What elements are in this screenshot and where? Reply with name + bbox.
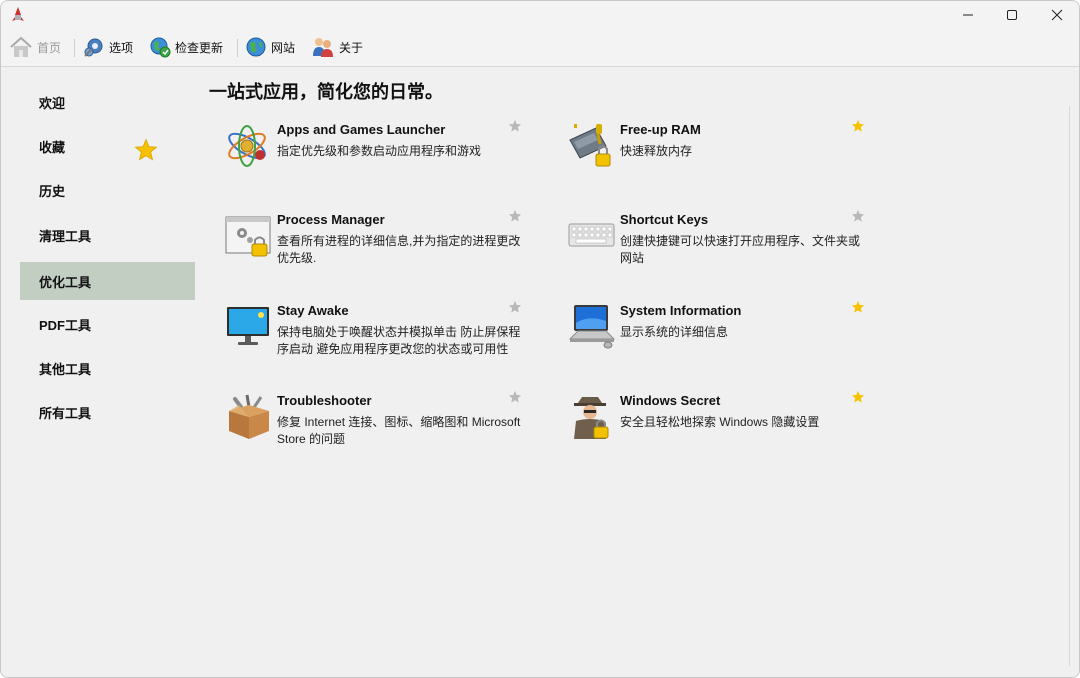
sidebar-item-label: 所有工具 (39, 405, 92, 421)
tool-description: 保持电脑处于唤醒状态并模拟单击 防止屏保程序启动 避免应用程序更改您的状态或可用… (277, 325, 521, 356)
favorite-star-icon[interactable] (508, 209, 522, 223)
minimize-icon (963, 14, 973, 16)
tool-description: 快速释放内存 (620, 144, 693, 158)
sidebar: 欢迎 收藏 历史 清理工具 优化工具 PDF工具 其他工具 所有工具 (1, 67, 201, 677)
options-button[interactable]: 选项 (83, 34, 133, 60)
favorite-star-icon[interactable] (851, 390, 865, 404)
tool-title: Stay Awake (277, 303, 349, 318)
tool-description: 创建快捷键可以快速打开应用程序、文件夹或网站 (620, 234, 861, 265)
sidebar-item-history[interactable]: 历史 (20, 171, 195, 209)
about-label: 关于 (339, 40, 364, 55)
tool-tile[interactable]: Apps and Games Launcher 指定优先级和参数启动应用程序和游… (225, 119, 525, 192)
home-icon (10, 36, 32, 57)
computer-icon (568, 305, 616, 349)
sidebar-item-label: PDF工具 (39, 317, 92, 333)
tool-title: Windows Secret (620, 393, 721, 408)
tool-description: 安全且轻松地探索 Windows 隐藏设置 (620, 415, 820, 429)
maximize-icon (1007, 10, 1017, 20)
maximize-button[interactable] (989, 1, 1035, 29)
content-scroll-edge (1069, 106, 1070, 666)
check-update-button[interactable]: 检查更新 (149, 34, 223, 60)
favorite-star-icon[interactable] (851, 119, 865, 133)
sidebar-item-label: 其他工具 (39, 361, 92, 377)
toolbox-icon (229, 394, 269, 439)
website-label: 网站 (271, 40, 296, 55)
tool-description: 修复 Internet 连接、图标、缩略图和 Microsoft Store 的… (277, 415, 521, 446)
favorite-star-icon[interactable] (508, 300, 522, 314)
tool-title: Troubleshooter (277, 393, 372, 408)
tool-tile[interactable]: Troubleshooter 修复 Internet 连接、图标、缩略图和 Mi… (225, 390, 525, 463)
globe-update-icon (150, 37, 171, 58)
tool-title: Shortcut Keys (620, 212, 709, 227)
about-button[interactable]: 关于 (311, 34, 363, 60)
tool-tile[interactable]: Free-up RAM 快速释放内存 (568, 119, 868, 192)
favorite-star-icon[interactable] (851, 209, 865, 223)
tool-title: Process Manager (277, 212, 385, 227)
tool-title: Free-up RAM (620, 122, 701, 137)
toolbar: 首页 选项 检查更新 网站 关于 (1, 29, 1079, 67)
tool-tile[interactable]: System Information 显示系统的详细信息 (568, 300, 868, 373)
page-title: 一站式应用，简化您的日常。 (209, 82, 443, 102)
detective-icon (574, 397, 609, 439)
tool-tile[interactable]: Shortcut Keys 创建快捷键可以快速打开应用程序、文件夹或网站 (568, 209, 868, 282)
toolbar-separator (74, 39, 75, 57)
app-window: 首页 选项 检查更新 网站 关于 欢迎 收藏 历史 清理工具 优化工具 PDF工… (0, 0, 1080, 678)
favorite-star-icon[interactable] (851, 300, 865, 314)
tool-description: 指定优先级和参数启动应用程序和游戏 (277, 144, 482, 158)
sidebar-item-optimize-tools[interactable]: 优化工具 (20, 262, 195, 300)
minimize-button[interactable] (945, 1, 991, 29)
sidebar-item-all-tools[interactable]: 所有工具 (20, 393, 195, 431)
sidebar-item-cleanup-tools[interactable]: 清理工具 (20, 216, 195, 254)
globe-icon (246, 37, 266, 57)
atom-icon (228, 125, 266, 167)
sidebar-item-favorites[interactable]: 收藏 (20, 127, 195, 165)
tool-description: 查看所有进程的详细信息,并为指定的进程更改优先级. (277, 234, 521, 265)
tool-tile[interactable]: Windows Secret 安全且轻松地探索 Windows 隐藏设置 (568, 390, 868, 463)
sidebar-item-label: 清理工具 (39, 228, 92, 244)
sidebar-item-welcome[interactable]: 欢迎 (20, 83, 195, 121)
keyboard-icon (568, 223, 615, 247)
star-icon (134, 138, 158, 161)
options-label: 选项 (109, 40, 134, 55)
tool-title: Apps and Games Launcher (277, 122, 446, 137)
tool-tile[interactable]: Stay Awake 保持电脑处于唤醒状态并模拟单击 防止屏保程序启动 避免应用… (225, 300, 525, 373)
sidebar-item-label: 优化工具 (39, 274, 92, 290)
tool-description: 显示系统的详细信息 (620, 325, 729, 339)
sidebar-item-pdf-tools[interactable]: PDF工具 (20, 305, 195, 343)
sidebar-item-label: 历史 (39, 183, 66, 199)
monitor-icon (227, 307, 269, 345)
toolbar-separator (237, 39, 238, 57)
close-button[interactable] (1034, 1, 1079, 29)
home-label: 首页 (37, 40, 62, 55)
website-button[interactable]: 网站 (245, 34, 295, 60)
check-update-label: 检查更新 (175, 40, 224, 55)
title-bar (1, 1, 1079, 29)
process-window-icon (225, 216, 271, 257)
favorite-star-icon[interactable] (508, 119, 522, 133)
sidebar-item-label: 收藏 (39, 139, 66, 155)
users-icon (313, 38, 333, 57)
home-button[interactable]: 首页 (9, 34, 61, 60)
tool-tile[interactable]: Process Manager 查看所有进程的详细信息,并为指定的进程更改优先级… (225, 209, 525, 282)
ram-chip-icon (569, 124, 611, 167)
sidebar-item-other-tools[interactable]: 其他工具 (20, 349, 195, 387)
gear-icon (84, 38, 103, 57)
sidebar-item-label: 欢迎 (39, 95, 66, 111)
rocket-app-icon (12, 7, 24, 21)
tool-title: System Information (620, 303, 742, 318)
favorite-star-icon[interactable] (508, 390, 522, 404)
close-icon (1051, 9, 1063, 21)
